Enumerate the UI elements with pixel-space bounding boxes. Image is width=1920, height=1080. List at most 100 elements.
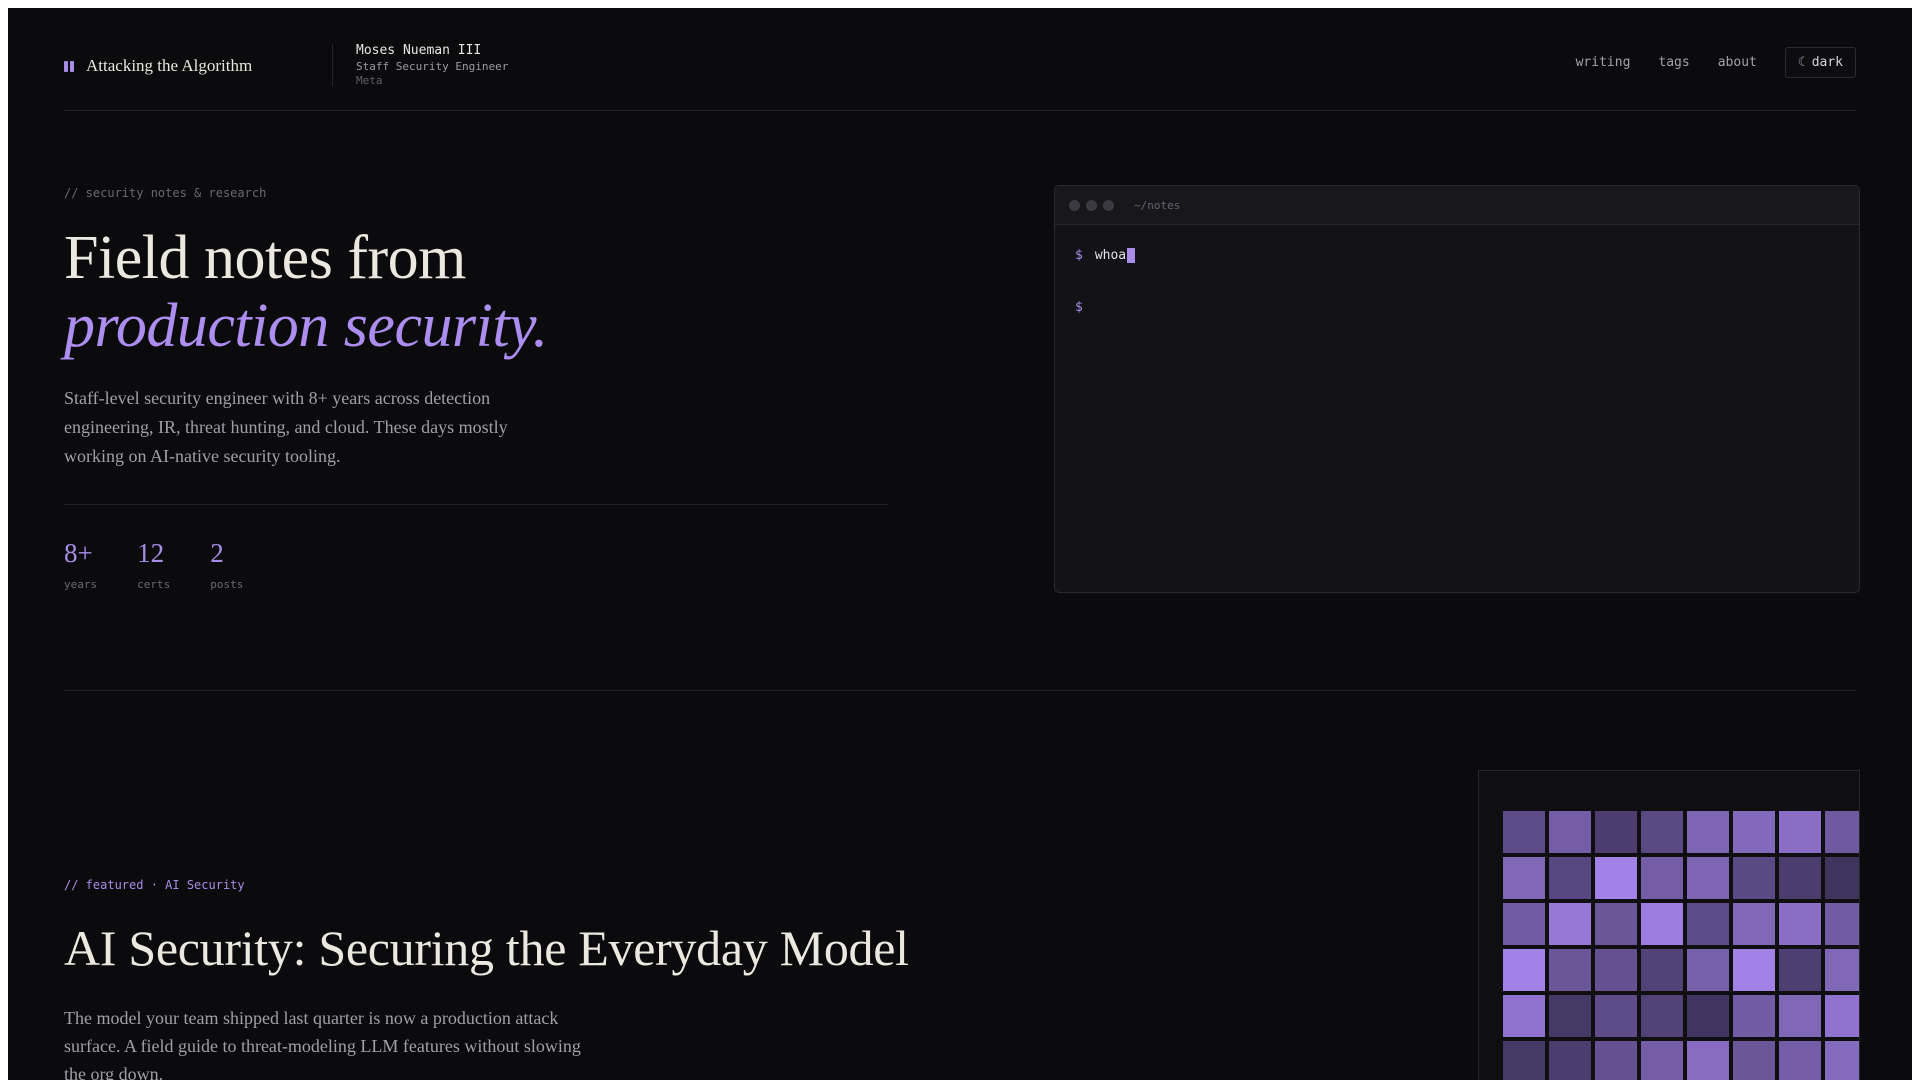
header-divider: [332, 44, 333, 86]
grid-tile: [1779, 903, 1821, 945]
stats-row: 8+ years 12 certs 2 posts: [64, 538, 283, 591]
grid-tile: [1641, 949, 1683, 991]
terminal-titlebar: ~/notes: [1055, 186, 1859, 225]
grid-tile: [1825, 995, 1859, 1037]
featured-description: The model your team shipped last quarter…: [64, 1008, 581, 1080]
stat-certs: 12 certs: [137, 538, 170, 591]
grid-tile: [1503, 995, 1545, 1037]
site-header: Attacking the Algorithm Moses Nueman III…: [64, 34, 1856, 111]
grid-tile: [1687, 949, 1729, 991]
main-nav: writing tags about ☾ dark: [1576, 47, 1856, 78]
grid-tile: [1733, 949, 1775, 991]
grid-tile: [1779, 857, 1821, 899]
text-cursor-icon: [1127, 247, 1136, 263]
terminal-prompt: $: [1075, 299, 1083, 315]
grid-tile: [1641, 903, 1683, 945]
stat-label: years: [64, 578, 98, 591]
grid-tile: [1503, 811, 1545, 853]
stat-years: 8+ years: [64, 538, 97, 591]
grid-tile: [1825, 857, 1859, 899]
brand-link[interactable]: Attacking the Algorithm: [64, 56, 252, 76]
featured-title[interactable]: AI Security: Securing the Everyday Model: [64, 918, 909, 978]
moon-icon: ☾: [1797, 55, 1806, 70]
author-name: Moses Nueman III: [356, 43, 482, 58]
author-block: Moses Nueman III Staff Security Engineer…: [356, 43, 508, 88]
grid-tile: [1549, 1041, 1591, 1080]
grid-tile: [1595, 811, 1637, 853]
grid-tile: [1641, 811, 1683, 853]
grid-tile: [1641, 995, 1683, 1037]
grid-tile: [1503, 1041, 1545, 1080]
hero-title: Field notes from production security.: [64, 224, 548, 360]
stat-value: 2: [210, 538, 224, 568]
grid-tile: [1687, 857, 1729, 899]
window-dot-icon: [1103, 199, 1114, 211]
nav-writing[interactable]: writing: [1576, 55, 1631, 70]
grid-tile: [1733, 995, 1775, 1037]
grid-tile: [1825, 1041, 1859, 1080]
hero-divider: [64, 504, 888, 505]
grid-tile: [1779, 1041, 1821, 1080]
terminal-line: $: [1075, 297, 1839, 317]
grid-tile: [1779, 949, 1821, 991]
grid-tile: [1687, 995, 1729, 1037]
grid-tile: [1503, 949, 1545, 991]
grid-tile: [1779, 995, 1821, 1037]
nav-tags[interactable]: tags: [1658, 55, 1689, 70]
hero-eyebrow: // security notes & research: [64, 186, 267, 200]
hero-title-accent: production security.: [64, 292, 548, 360]
grid-tile: [1595, 949, 1637, 991]
terminal-line: $ whoa: [1075, 245, 1839, 265]
grid-tile: [1549, 903, 1591, 945]
grid-tile: [1825, 903, 1859, 945]
grid-tile: [1595, 903, 1637, 945]
grid-tile: [1503, 857, 1545, 899]
hero-title-line1: Field notes from: [64, 224, 466, 292]
theme-toggle-button[interactable]: ☾ dark: [1784, 47, 1856, 78]
grid-tile: [1733, 811, 1775, 853]
terminal-body[interactable]: $ whoa $: [1055, 225, 1859, 337]
stat-label: posts: [210, 578, 244, 591]
brand-title: Attacking the Algorithm: [86, 56, 253, 75]
hero-description: Staff-level security engineer with 8+ ye…: [64, 388, 508, 466]
nav-about[interactable]: about: [1718, 55, 1757, 70]
grid-tile: [1595, 995, 1637, 1037]
grid-tile: [1825, 811, 1859, 853]
grid-tile: [1687, 1041, 1729, 1080]
grid-tile: [1595, 857, 1637, 899]
grid-tile: [1503, 903, 1545, 945]
featured-art: [1478, 770, 1860, 1080]
grid-tile: [1779, 811, 1821, 853]
grid-tile: [1687, 811, 1729, 853]
grid-tile: [1733, 1041, 1775, 1080]
grid-tile: [1733, 857, 1775, 899]
terminal-path: ~/notes: [1134, 198, 1181, 212]
author-org: Meta: [356, 74, 383, 88]
stat-label: certs: [137, 578, 171, 591]
theme-toggle-label: dark: [1811, 55, 1843, 70]
grid-tile: [1641, 857, 1683, 899]
section-divider: [64, 690, 1856, 691]
author-role: Staff Security Engineer: [356, 59, 509, 73]
terminal-command: whoa: [1094, 247, 1127, 263]
page-frame: Attacking the Algorithm Moses Nueman III…: [8, 8, 1912, 1080]
grid-tile: [1687, 903, 1729, 945]
window-dot-icon: [1086, 199, 1097, 211]
terminal-prompt: $: [1075, 247, 1083, 263]
logo-icon: [64, 60, 74, 72]
featured-art-grid: [1503, 811, 1859, 1080]
stat-value: 12: [137, 538, 165, 568]
stat-value: 8+: [64, 538, 93, 568]
stat-posts: 2 posts: [210, 538, 243, 591]
grid-tile: [1549, 857, 1591, 899]
terminal-window[interactable]: ~/notes $ whoa $: [1054, 185, 1860, 593]
window-dot-icon: [1069, 199, 1080, 211]
featured-eyebrow: // featured · AI Security: [64, 878, 245, 892]
grid-tile: [1825, 949, 1859, 991]
grid-tile: [1549, 811, 1591, 853]
grid-tile: [1641, 1041, 1683, 1080]
grid-tile: [1733, 903, 1775, 945]
grid-tile: [1549, 949, 1591, 991]
grid-tile: [1549, 995, 1591, 1037]
grid-tile: [1595, 1041, 1637, 1080]
